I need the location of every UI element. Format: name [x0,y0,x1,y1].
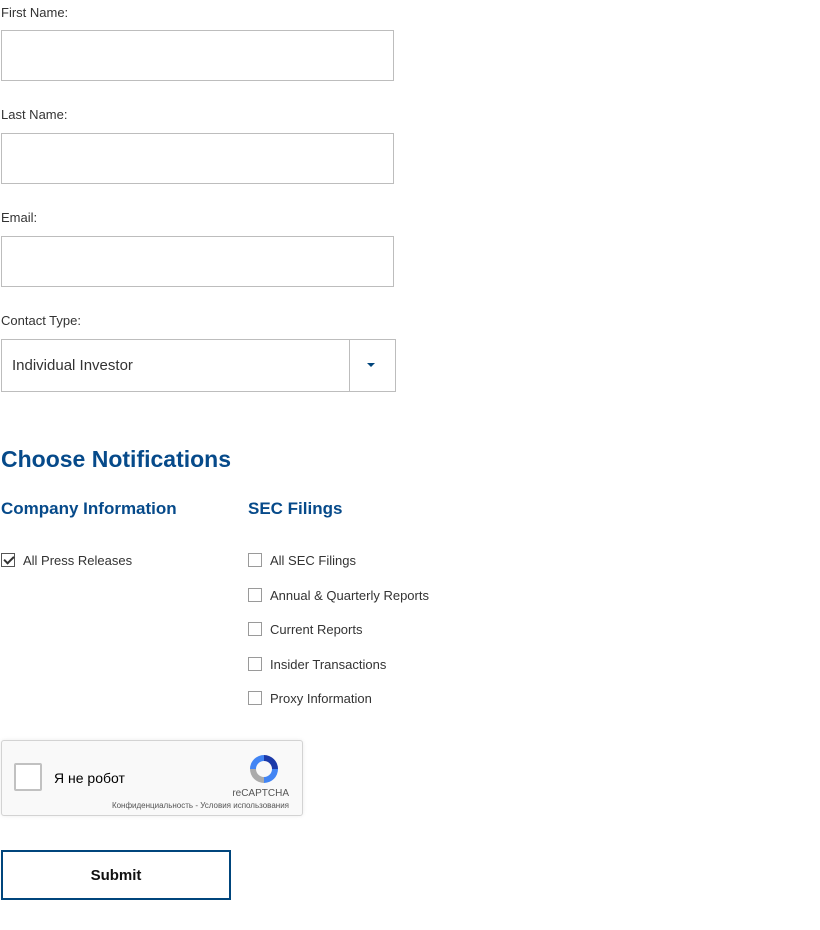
company-information-heading: Company Information [1,499,177,518]
submit-button[interactable]: Submit [1,850,231,900]
checkbox-label: All SEC Filings [270,552,356,568]
checkbox-icon[interactable] [248,691,262,705]
recaptcha-logo-icon [247,752,281,791]
recaptcha-privacy-link[interactable]: Конфиденциальность [112,801,193,810]
contact-type-value: Individual Investor [12,357,133,374]
recaptcha-widget: Я не робот reCAPTCHA Конфиденциальность … [1,740,303,816]
last-name-label: Last Name: [1,107,68,122]
checkbox-label: Current Reports [270,621,363,637]
contact-type-dropdown-button[interactable] [349,340,395,391]
last-name-field-wrapper [1,133,394,184]
contact-type-select[interactable]: Individual Investor [1,339,396,392]
checkbox-all-sec-filings[interactable]: All SEC Filings [248,551,356,569]
checkbox-icon[interactable] [248,657,262,671]
first-name-field-wrapper [1,30,394,81]
checkbox-label: All Press Releases [23,552,133,568]
checkbox-all-press-releases[interactable]: All Press Releases [1,551,132,569]
recaptcha-checkbox[interactable] [14,763,42,791]
choose-notifications-heading: Choose Notifications [1,446,232,472]
checkbox-label: Proxy Information [270,690,372,706]
email-field-wrapper [1,236,394,287]
checkbox-current-reports[interactable]: Current Reports [248,620,362,638]
first-name-input[interactable] [2,31,393,80]
recaptcha-links: Конфиденциальность - Условия использован… [112,801,289,810]
checkbox-label: Insider Transactions [270,656,387,672]
caret-down-icon [367,363,375,367]
sec-filings-heading: SEC Filings [248,499,343,518]
checkbox-label: Annual & Quarterly Reports [270,587,429,603]
checkbox-icon[interactable] [248,588,262,602]
recaptcha-brand: reCAPTCHA [232,788,289,799]
checkbox-insider-transactions[interactable]: Insider Transactions [248,655,386,673]
last-name-input[interactable] [2,134,393,183]
checkbox-icon[interactable] [248,553,262,567]
checkbox-checked-icon[interactable] [1,553,15,567]
checkbox-annual-quarterly-reports[interactable]: Annual & Quarterly Reports [248,586,429,604]
email-input[interactable] [2,237,393,286]
recaptcha-label: Я не робот [54,770,125,786]
recaptcha-terms-link[interactable]: Условия использования [200,801,289,810]
contact-type-label: Contact Type: [1,313,81,328]
checkbox-proxy-information[interactable]: Proxy Information [248,689,372,707]
checkbox-icon[interactable] [248,622,262,636]
email-label: Email: [1,210,38,225]
first-name-label: First Name: [1,5,69,20]
